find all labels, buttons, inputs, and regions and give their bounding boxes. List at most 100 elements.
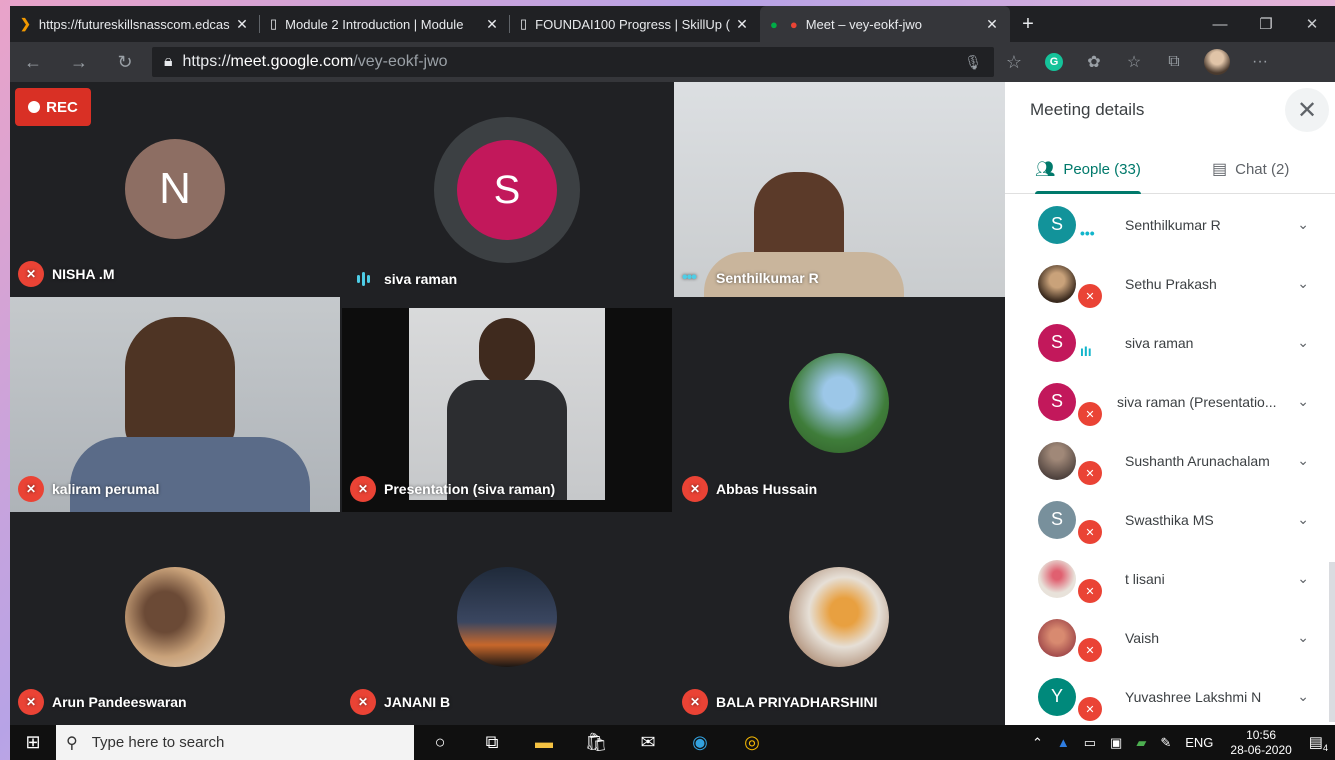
chrome-icon[interactable]: ◎ — [726, 732, 778, 753]
list-item[interactable]: Y ✕ Yuvashree Lakshmi N ⌄ — [1005, 667, 1335, 725]
task-view-icon[interactable]: ⧉ — [466, 732, 518, 753]
new-tab-button[interactable]: + — [1010, 6, 1046, 42]
tile-name-label: Presentation (siva raman) — [384, 481, 556, 497]
network-icon[interactable]: ▰ — [1136, 735, 1146, 751]
avatar-initial: Y — [1050, 686, 1063, 706]
collections-icon[interactable]: ⧉ — [1160, 48, 1188, 76]
chevron-down-icon[interactable]: ⌄ — [1297, 393, 1309, 410]
tile-name: ✕ kaliram perumal — [18, 476, 159, 502]
participant-tile[interactable]: ✕ Presentation (siva raman) — [342, 308, 672, 512]
close-panel-button[interactable]: ✕ — [1285, 88, 1329, 132]
list-item[interactable]: ✕ Sushanth Arunachalam ⌄ — [1005, 431, 1335, 490]
close-icon[interactable]: ✕ — [734, 16, 750, 33]
clock-date: 28-06-2020 — [1230, 742, 1292, 757]
pen-icon[interactable]: ✎ — [1160, 735, 1171, 751]
tile-name-label: Abbas Hussain — [716, 481, 818, 497]
speaking-icon: ıIı — [1080, 343, 1092, 359]
language-indicator[interactable]: ENG — [1185, 735, 1213, 750]
store-icon[interactable]: 🛍︎ — [570, 732, 622, 753]
forward-icon[interactable]: → — [56, 52, 102, 73]
tile-name: ✕ Abbas Hussain — [682, 476, 817, 502]
avatar — [789, 353, 889, 453]
scrollbar[interactable] — [1329, 562, 1335, 722]
battery-icon[interactable]: ▭ — [1084, 735, 1096, 751]
chevron-down-icon[interactable]: ⌄ — [1297, 688, 1309, 705]
minimize-icon[interactable]: — — [1197, 6, 1243, 42]
search-input[interactable]: ⚲ Type here to search — [56, 725, 414, 760]
back-icon[interactable]: ← — [10, 52, 56, 73]
tab-people[interactable]: 👥︎ People (33) — [1035, 144, 1141, 194]
participant-tile[interactable]: ✕ JANANI B — [342, 512, 672, 725]
app-tray-icon[interactable]: ▣ — [1110, 735, 1122, 751]
toolbar: ← → ↻ 🔒︎ https://meet.google.com/vey-eok… — [10, 42, 1335, 82]
participant-tile[interactable]: ✕ BALA PRIYADHARSHINI — [674, 512, 1005, 725]
presentation-video — [409, 308, 605, 500]
rec-label: REC — [46, 98, 78, 116]
microphone-icon[interactable]: 🎙︎ — [964, 54, 982, 71]
notification-count: 4 — [1322, 742, 1328, 753]
tab-title: Meet – vey-eokf-jwo — [805, 16, 923, 32]
tab-module2[interactable]: ▯ Module 2 Introduction | Module ✕ — [260, 6, 510, 42]
tab-futureskills[interactable]: ❯ https://futureskillsnasscom.edcas ✕ — [10, 6, 260, 42]
taskbar: ⊞ ⚲ Type here to search ○ ⧉ ▬ 🛍︎ ✉ ◉ ◎ ⌃… — [10, 725, 1335, 760]
chevron-down-icon[interactable]: ⌄ — [1297, 629, 1309, 646]
clock[interactable]: 10:56 28-06-2020 — [1230, 728, 1291, 758]
avatar-initial: S — [1050, 509, 1063, 529]
chevron-down-icon[interactable]: ⌄ — [1297, 216, 1309, 233]
close-icon[interactable]: ✕ — [484, 16, 500, 33]
address-bar[interactable]: 🔒︎ https://meet.google.com/vey-eokf-jwo … — [152, 47, 994, 77]
list-item[interactable]: S ••• Senthilkumar R ⌄ — [1005, 195, 1335, 254]
url-scheme: https:// — [182, 53, 231, 70]
tile-name-label: JANANI B — [384, 694, 451, 710]
close-icon[interactable]: ✕ — [234, 16, 250, 33]
app-tray-icon[interactable]: ▲ — [1057, 735, 1070, 750]
tab-foundai[interactable]: ▯ FOUNDAI100 Progress | SkillUp ( ✕ — [510, 6, 760, 42]
chevron-down-icon[interactable]: ⌄ — [1297, 452, 1309, 469]
participant-tile[interactable]: ✕ Abbas Hussain — [674, 297, 1005, 512]
edge-icon[interactable]: ◉ — [674, 732, 726, 753]
tab-chat[interactable]: ▤ Chat (2) — [1212, 144, 1289, 194]
avatar — [1038, 264, 1076, 303]
tile-name: ✕ Arun Pandeeswaran — [18, 689, 187, 715]
favorites-icon[interactable]: ☆ — [1120, 48, 1148, 76]
cortana-icon[interactable]: ○ — [414, 732, 466, 753]
participant-tile[interactable]: S siva raman — [342, 82, 672, 297]
list-item[interactable]: S ıIı siva raman ⌄ — [1005, 313, 1335, 372]
list-item[interactable]: S ✕ Swasthika MS ⌄ — [1005, 490, 1335, 549]
windows-start-icon[interactable]: ⊞ — [10, 732, 56, 753]
panel-title: Meeting details — [1030, 100, 1145, 119]
close-icon[interactable]: ✕ — [984, 16, 1000, 33]
extension-icon[interactable]: ✿ — [1080, 48, 1108, 76]
participant-tile[interactable]: ✕ kaliram perumal — [10, 297, 340, 512]
chevron-down-icon[interactable]: ⌄ — [1297, 511, 1309, 528]
avatar — [1038, 441, 1076, 480]
participant-tile[interactable]: ✕ Arun Pandeeswaran — [10, 512, 340, 725]
mic-off-icon: ✕ — [1078, 638, 1102, 662]
avatar[interactable] — [1204, 49, 1230, 75]
star-icon[interactable]: ☆ — [994, 52, 1034, 73]
chevron-down-icon[interactable]: ⌄ — [1297, 334, 1309, 351]
more-icon[interactable]: ··· — [1246, 48, 1274, 76]
mail-icon[interactable]: ✉ — [622, 732, 674, 753]
volume-off-icon: ✕ — [1078, 402, 1102, 426]
tile-name-label: siva raman — [384, 271, 458, 287]
notification-icon[interactable]: ▤4 — [1309, 733, 1328, 753]
tab-meet[interactable]: ● ● Meet – vey-eokf-jwo ✕ — [760, 6, 1010, 42]
file-explorer-icon[interactable]: ▬ — [518, 732, 570, 753]
chevron-down-icon[interactable]: ⌄ — [1297, 570, 1309, 587]
list-item[interactable]: ✕ Sethu Prakash ⌄ — [1005, 254, 1335, 313]
list-item[interactable]: S ✕ siva raman (Presentatio... ⌄ — [1005, 372, 1335, 431]
avatar — [125, 567, 225, 667]
chevron-down-icon[interactable]: ⌄ — [1297, 275, 1309, 292]
tile-name: ✕ JANANI B — [350, 689, 450, 715]
participant-tile[interactable]: ••• Senthilkumar R — [674, 82, 1005, 297]
refresh-icon[interactable]: ↻ — [102, 52, 148, 73]
grammarly-icon[interactable]: G — [1040, 48, 1068, 76]
chevron-up-icon[interactable]: ⌃ — [1032, 735, 1043, 751]
close-window-icon[interactable]: ✕ — [1289, 6, 1335, 42]
list-item[interactable]: ✕ t lisani ⌄ — [1005, 549, 1335, 608]
tab-strip: ❯ https://futureskillsnasscom.edcas ✕ ▯ … — [10, 6, 1335, 42]
search-icon: ⚲ — [66, 734, 78, 752]
list-item[interactable]: ✕ Vaish ⌄ — [1005, 608, 1335, 667]
restore-icon[interactable]: ❐ — [1243, 6, 1289, 42]
